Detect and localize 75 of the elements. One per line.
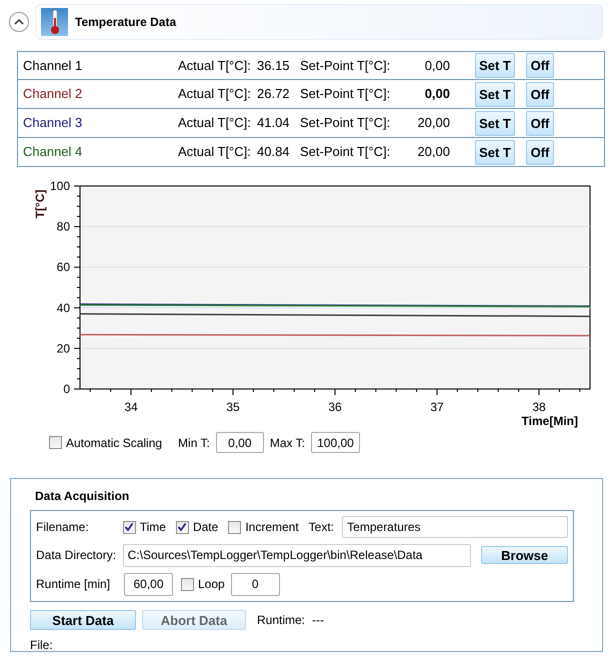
setpoint-value: 20,00 (416, 143, 450, 162)
checkbox-label: Automatic Scaling (66, 434, 162, 452)
off-button[interactable]: Off (526, 82, 554, 106)
start-button[interactable]: Start Data (30, 610, 136, 630)
y-tick-label: 100 (50, 179, 70, 193)
actual-value: 41.04 (257, 114, 291, 132)
max-field[interactable]: 100,00 (310, 432, 360, 453)
loop-field[interactable]: 0 (230, 572, 280, 596)
section-title: Temperature Data (75, 14, 176, 31)
x-tick-label: 37 (430, 400, 444, 414)
setpoint-value: 0,00 (424, 56, 450, 75)
channel-name: Channel 1 (23, 56, 84, 75)
x-tick-label: 34 (124, 400, 138, 414)
check-icon (124, 522, 134, 532)
collapse-button[interactable] (9, 12, 29, 32)
x-tick-label: 36 (328, 400, 342, 414)
actual-label: Actual T[°C]: (178, 114, 252, 132)
y-tick-label: 60 (56, 260, 70, 274)
set-temperature-button[interactable]: Set T (475, 110, 515, 136)
setpoint-value: 20,00 (416, 114, 450, 132)
setpoint-value: 0,00 (424, 85, 450, 104)
y-axis-title: T[°C] (33, 190, 47, 218)
checkbox-label: Time (140, 519, 166, 536)
thermometer-icon (41, 8, 68, 36)
chevron-icon (14, 18, 24, 26)
min-label: Min T: (178, 434, 210, 452)
actual-label: Actual T[°C]: (178, 85, 252, 104)
filename-label: Filename: (36, 519, 90, 536)
set-temperature-button[interactable]: Set T (475, 82, 515, 106)
channel-name: Channel 3 (23, 114, 84, 132)
setpoint-label: Set-Point T[°C]: (300, 85, 392, 104)
actual-value: 36.15 (257, 56, 291, 75)
setpoint-label: Set-Point T[°C]: (300, 56, 392, 75)
auto-scaling-checkbox[interactable] (49, 436, 62, 449)
text-field[interactable]: Temperatures (342, 516, 568, 538)
actual-value: 40.84 (257, 143, 291, 162)
y-tick-label: 40 (56, 300, 70, 315)
actual-value: 26.72 (257, 85, 291, 104)
x-tick-label: 35 (226, 400, 240, 414)
file-label: File: (30, 637, 54, 654)
y-tick-label: 0 (63, 382, 70, 396)
channel-name: Channel 4 (23, 143, 84, 162)
y-tick-label: 80 (56, 220, 70, 234)
runtime-label: Runtime [min] (36, 576, 112, 593)
y-tick-label: 20 (56, 341, 70, 356)
channel-name: Channel 2 (23, 85, 84, 104)
text-label: Text: (308, 519, 336, 536)
x-tick-label: 38 (532, 400, 546, 414)
setpoint-label: Set-Point T[°C]: (300, 143, 392, 162)
directory-field[interactable]: C:\Sources\TempLogger\TempLogger\bin\Release\Data (122, 544, 472, 566)
directory-label: Data Directory: (36, 547, 118, 564)
option-checkbox[interactable] (228, 520, 242, 534)
min-field[interactable]: 0,00 (216, 432, 264, 453)
checkbox-label: Increment (245, 519, 299, 536)
checkbox-label: Date (192, 519, 218, 536)
loop-checkbox[interactable] (181, 578, 194, 590)
runtime-status-value: --- (312, 612, 324, 629)
browse-button[interactable]: Browse (481, 546, 568, 564)
runtime-field[interactable]: 60,00 (124, 572, 173, 596)
x-axis-title: Time[Min] (522, 414, 578, 428)
set-temperature-button[interactable]: Set T (475, 140, 515, 164)
checkbox-label: Loop (198, 576, 225, 593)
actual-label: Actual T[°C]: (178, 143, 252, 162)
off-button[interactable]: Off (526, 53, 554, 78)
actual-label: Actual T[°C]: (178, 56, 252, 75)
check-icon (177, 522, 188, 532)
panel-title: Data Acquisition (35, 488, 130, 505)
option-checkbox[interactable] (122, 520, 136, 534)
setpoint-label: Set-Point T[°C]: (300, 114, 392, 132)
option-checkbox[interactable] (176, 520, 189, 534)
off-button[interactable]: Off (526, 140, 554, 164)
set-temperature-button[interactable]: Set T (475, 53, 515, 78)
max-label: Max T: (270, 434, 305, 452)
off-button[interactable]: Off (526, 110, 554, 136)
runtime-status-label: Runtime: (257, 612, 306, 629)
